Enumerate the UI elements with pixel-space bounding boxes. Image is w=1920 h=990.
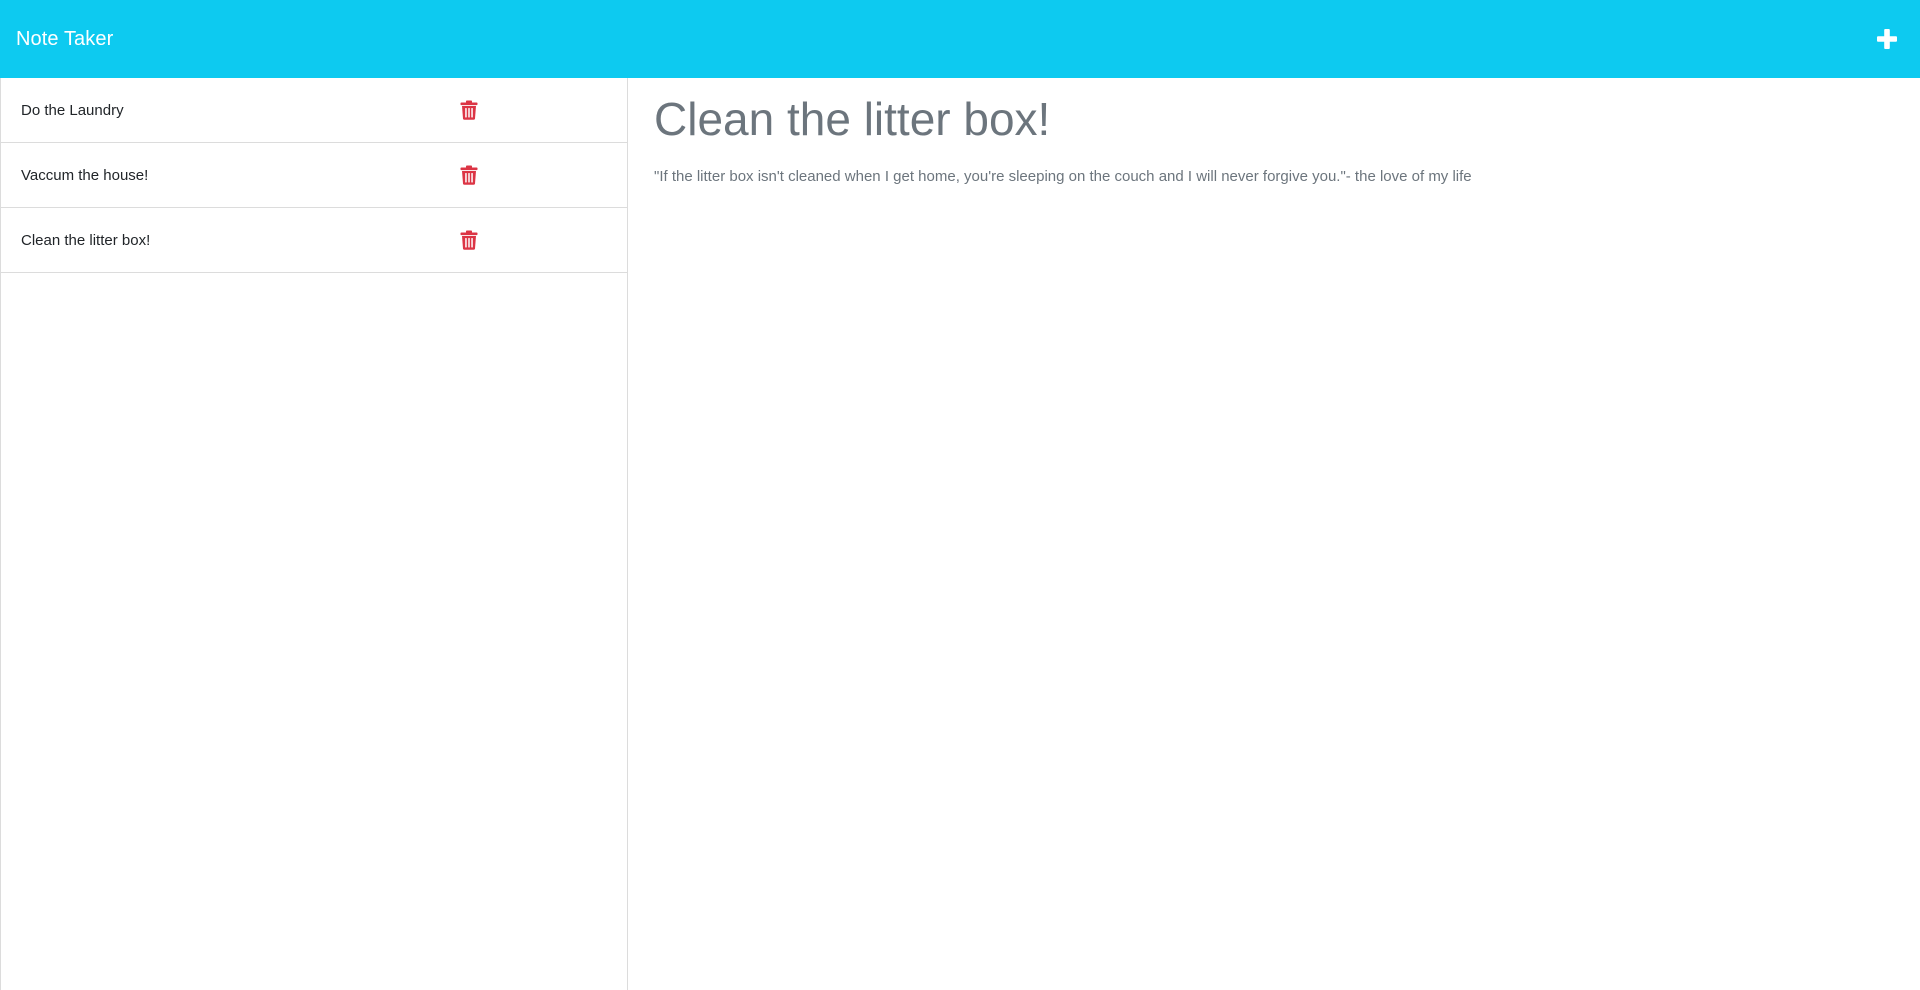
note-text-display[interactable]: "If the litter box isn't cleaned when I … xyxy=(654,167,1895,187)
delete-note-button[interactable] xyxy=(460,230,478,250)
note-list: Do the Laundry Vaccum the house! Clean t… xyxy=(1,78,627,273)
note-title[interactable]: Do the Laundry xyxy=(21,102,124,119)
delete-note-button[interactable] xyxy=(460,100,478,120)
list-item[interactable]: Do the Laundry xyxy=(1,78,627,143)
trash-icon xyxy=(460,230,478,250)
list-item[interactable]: Clean the litter box! xyxy=(1,208,627,273)
notes-sidebar: Do the Laundry Vaccum the house! Clean t… xyxy=(0,78,628,990)
brand-title[interactable]: Note Taker xyxy=(16,28,113,51)
navbar: Note Taker xyxy=(0,0,1920,78)
note-title[interactable]: Vaccum the house! xyxy=(21,167,148,184)
note-title-display[interactable]: Clean the litter box! xyxy=(654,92,1895,147)
trash-icon xyxy=(460,100,478,120)
list-item[interactable]: Vaccum the house! xyxy=(1,143,627,208)
new-note-button[interactable] xyxy=(1872,24,1902,54)
note-title[interactable]: Clean the litter box! xyxy=(21,232,150,249)
delete-note-button[interactable] xyxy=(460,165,478,185)
trash-icon xyxy=(460,165,478,185)
plus-icon xyxy=(1877,29,1897,49)
note-view: Clean the litter box! "If the litter box… xyxy=(629,78,1920,990)
